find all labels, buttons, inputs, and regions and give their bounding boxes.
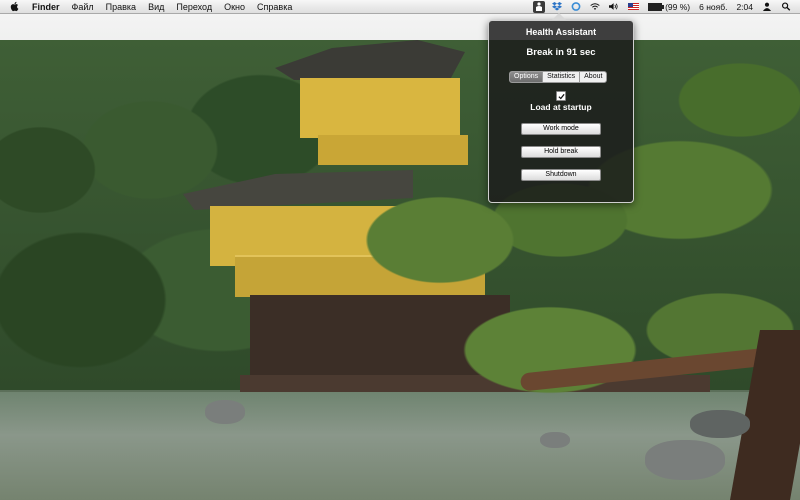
work-mode-button[interactable]: Work mode xyxy=(521,123,601,135)
menu-app-name[interactable]: Finder xyxy=(32,2,60,12)
ring-icon[interactable] xyxy=(571,2,581,11)
break-timer-label: Break in 91 sec xyxy=(526,47,596,58)
clock-label[interactable]: 2:04 xyxy=(736,2,753,12)
user-icon[interactable] xyxy=(762,2,772,11)
desktop-wallpaper xyxy=(0,0,800,500)
apple-menu-icon[interactable] xyxy=(10,1,20,12)
menu-help[interactable]: Справка xyxy=(257,2,292,12)
tab-bar: Options Statistics About xyxy=(509,71,608,83)
menu-bar-tray: (99 %) 6 нояб. 2:04 xyxy=(533,0,800,13)
tab-options[interactable]: Options xyxy=(510,72,544,82)
pond-rock xyxy=(645,440,725,480)
tab-about[interactable]: About xyxy=(580,72,606,82)
hold-break-button[interactable]: Hold break xyxy=(521,146,601,158)
menu-window[interactable]: Окно xyxy=(224,2,245,12)
menu-file[interactable]: Файл xyxy=(72,2,94,12)
battery-percent[interactable]: (99 %) xyxy=(665,2,690,12)
us-flag-icon[interactable] xyxy=(628,3,640,10)
battery-level xyxy=(649,3,661,10)
menu-bar: Finder Файл Правка Вид Переход Окно Спра… xyxy=(0,0,800,14)
tab-statistics[interactable]: Statistics xyxy=(543,72,581,82)
pond-rock xyxy=(205,400,245,424)
wifi-icon[interactable] xyxy=(590,2,600,11)
date-label[interactable]: 6 нояб. xyxy=(699,2,727,12)
load-at-startup-label[interactable]: Load at startup xyxy=(489,102,633,112)
shutdown-button[interactable]: Shutdown xyxy=(521,169,601,181)
pond-rock xyxy=(540,432,570,448)
popover-title: Health Assistant xyxy=(525,27,597,37)
load-at-startup-checkbox[interactable] xyxy=(556,91,566,101)
menu-view[interactable]: Вид xyxy=(148,2,164,12)
dropbox-icon[interactable] xyxy=(552,2,563,11)
pond-rock xyxy=(690,410,750,438)
menu-edit[interactable]: Правка xyxy=(106,2,136,12)
popover-arrow xyxy=(552,13,566,20)
health-assistant-icon[interactable] xyxy=(533,0,546,13)
battery-icon[interactable] xyxy=(648,2,665,11)
health-assistant-popover: Health Assistant Break in 91 sec Options… xyxy=(488,20,634,203)
volume-icon[interactable] xyxy=(609,2,619,11)
menu-bar-left: Finder Файл Правка Вид Переход Окно Спра… xyxy=(0,0,304,13)
spotlight-icon[interactable] xyxy=(781,2,791,11)
menu-go[interactable]: Переход xyxy=(176,2,212,12)
checkmark-icon xyxy=(557,93,565,99)
